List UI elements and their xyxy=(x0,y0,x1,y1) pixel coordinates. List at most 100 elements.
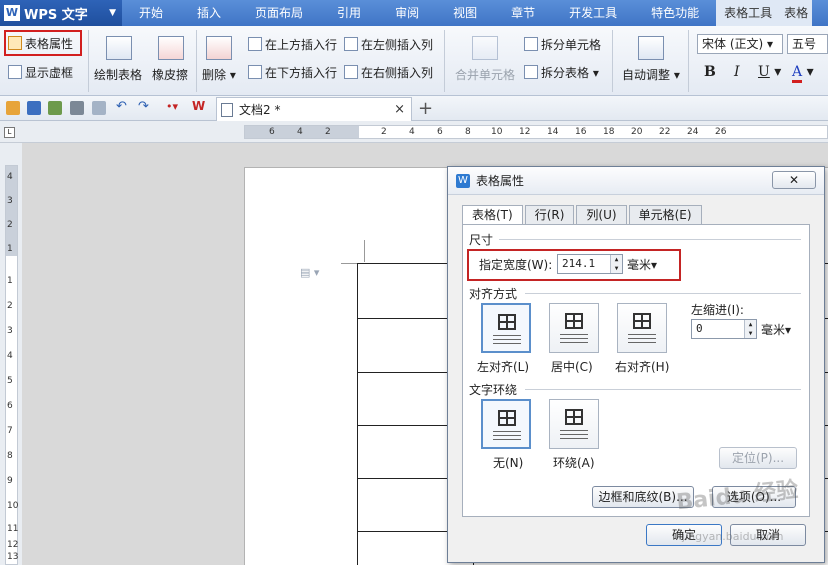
align-right-option[interactable] xyxy=(617,303,667,353)
align-left-label[interactable]: 左对齐(L) xyxy=(477,358,529,375)
app-name: WPS 文字 xyxy=(24,7,88,23)
show-gridlines-button[interactable]: 显示虚框 xyxy=(8,64,73,81)
ruler-number: 16 xyxy=(575,127,587,137)
split-table-button[interactable]: 拆分表格 ▾ xyxy=(524,64,599,81)
menu-view[interactable]: 视图 xyxy=(436,0,494,26)
ruler-number: 2 xyxy=(7,220,13,230)
insert-right-button[interactable]: 在右侧插入列 xyxy=(344,64,433,81)
font-color-button[interactable]: A ▾ xyxy=(792,64,814,83)
dialog-title-bar[interactable]: W 表格属性 xyxy=(448,167,824,195)
menu-chapter[interactable]: 章节 xyxy=(494,0,552,26)
app-menu-button[interactable]: W WPS 文字 ▼ xyxy=(0,0,122,26)
ruler-number: 22 xyxy=(659,127,671,137)
indent-spinner[interactable]: ▲ ▼ xyxy=(744,320,756,338)
width-spinner[interactable]: ▲ ▼ xyxy=(610,255,622,273)
insert-left-label: 在左侧插入列 xyxy=(361,38,434,52)
indent-input[interactable]: 0 ▲ ▼ xyxy=(691,319,757,339)
draw-table-label[interactable]: 绘制表格 xyxy=(94,66,142,83)
customize-toolbar-icon[interactable]: •▾ xyxy=(166,100,180,114)
align-center-option[interactable] xyxy=(549,303,599,353)
insert-below-button[interactable]: 在下方插入行 xyxy=(248,64,337,81)
italic-button[interactable]: I xyxy=(734,64,740,80)
ribbon-separator xyxy=(88,30,89,92)
split-cells-button[interactable]: 拆分单元格 xyxy=(524,36,601,53)
menu-insert[interactable]: 插入 xyxy=(180,0,238,26)
gridlines-icon xyxy=(8,65,22,79)
merge-cells-icon[interactable] xyxy=(472,36,498,60)
tab-row[interactable]: 行(R) xyxy=(524,205,575,225)
insert-above-button[interactable]: 在上方插入行 xyxy=(248,36,337,53)
wrap-none-label[interactable]: 无(N) xyxy=(493,454,523,471)
close-tab-icon[interactable]: × xyxy=(394,102,405,117)
menu-references[interactable]: 引用 xyxy=(320,0,378,26)
font-size-select[interactable]: 五号 xyxy=(787,34,828,54)
menu-developer[interactable]: 开发工具 xyxy=(552,0,634,26)
auto-fit-label[interactable]: 自动调整 ▾ xyxy=(622,66,680,83)
insert-row-above-icon xyxy=(248,37,262,51)
width-unit-select[interactable]: 毫米▾ xyxy=(627,256,657,273)
ruler-number: 10 xyxy=(491,127,503,137)
ruler-number: 12 xyxy=(7,540,19,550)
position-button[interactable]: 定位(P)... xyxy=(719,447,797,469)
tab-column[interactable]: 列(U) xyxy=(576,205,627,225)
tab-table[interactable]: 表格(T) xyxy=(462,205,523,226)
print-preview-icon[interactable] xyxy=(92,101,106,115)
auto-fit-icon[interactable] xyxy=(638,36,664,60)
ruler-number: 8 xyxy=(465,127,471,137)
ruler-number: 6 xyxy=(7,401,13,411)
ribbon-separator xyxy=(196,30,197,92)
menu-page-layout[interactable]: 页面布局 xyxy=(238,0,320,26)
ruler-number: 11 xyxy=(7,524,19,534)
width-input[interactable]: 214.1 ▲ ▼ xyxy=(557,254,623,274)
open-icon[interactable] xyxy=(6,101,20,115)
dialog-close-button[interactable]: ✕ xyxy=(772,171,816,189)
wps-logo-icon: W xyxy=(4,5,20,21)
align-left-option[interactable] xyxy=(481,303,531,353)
wrap-around-option[interactable] xyxy=(549,399,599,449)
table-tab-panel: 尺寸 指定宽度(W): 214.1 ▲ ▼ 毫米▾ 对齐方式 左对齐(L) 居中(… xyxy=(462,224,810,517)
wrap-around-label[interactable]: 环绕(A) xyxy=(553,454,595,471)
table-properties-button[interactable]: 表格属性 xyxy=(4,30,82,56)
redo-icon[interactable]: ↷ xyxy=(138,99,152,114)
export-pdf-icon[interactable] xyxy=(48,101,62,115)
tab-document2[interactable]: 文档2 * × xyxy=(216,97,412,121)
eraser-icon[interactable] xyxy=(158,36,184,60)
align-center-label[interactable]: 居中(C) xyxy=(551,358,593,375)
wrap-none-icon xyxy=(498,410,516,426)
tab-cell[interactable]: 单元格(E) xyxy=(628,205,702,225)
wrap-none-option[interactable] xyxy=(481,399,531,449)
eraser-label[interactable]: 橡皮擦 xyxy=(152,66,188,83)
align-right-label[interactable]: 右对齐(H) xyxy=(615,358,669,375)
horizontal-ruler[interactable]: 6 4 2 2 4 6 8 10 12 14 16 18 20 22 24 26 xyxy=(0,121,828,143)
document-icon xyxy=(221,102,233,117)
undo-icon[interactable]: ↶ xyxy=(116,99,130,114)
menu-table-tools[interactable]: 表格工具 xyxy=(716,0,781,26)
menu-review[interactable]: 审阅 xyxy=(378,0,436,26)
menu-special[interactable]: 特色功能 xyxy=(634,0,716,26)
insert-left-button[interactable]: 在左侧插入列 xyxy=(344,36,433,53)
delete-icon[interactable] xyxy=(206,36,232,60)
new-tab-button[interactable]: + xyxy=(418,98,433,119)
bold-button[interactable]: B xyxy=(704,64,716,80)
vertical-ruler[interactable]: 4 3 2 1 1 2 3 4 5 6 7 8 9 10 11 12 13 xyxy=(0,143,22,565)
save-icon[interactable] xyxy=(27,101,41,115)
merge-cells-label[interactable]: 合并单元格 xyxy=(455,66,515,83)
ruler-number: 10 xyxy=(7,501,19,511)
font-name-select[interactable]: 宋体 (正文) ▾ xyxy=(697,34,783,54)
underline-button[interactable]: U ▾ xyxy=(758,64,781,80)
indent-unit-select[interactable]: 毫米▾ xyxy=(761,321,791,338)
ruler-number: 14 xyxy=(547,127,559,137)
insert-row-below-icon xyxy=(248,65,262,79)
ribbon-separator xyxy=(688,30,689,92)
text-lines-icon xyxy=(628,334,656,346)
menu-table-style[interactable]: 表格 xyxy=(780,0,813,26)
insert-below-label: 在下方插入行 xyxy=(265,66,338,80)
draw-table-icon[interactable] xyxy=(106,36,132,60)
menu-start[interactable]: 开始 xyxy=(122,0,180,26)
tab-stop-selector[interactable]: L xyxy=(4,127,15,138)
delete-label[interactable]: 删除 ▾ xyxy=(202,66,236,83)
print-icon[interactable] xyxy=(70,101,84,115)
paragraph-layout-icon[interactable]: ▤ ▾ xyxy=(300,266,319,279)
ruler-number: 9 xyxy=(7,476,13,486)
table-align-left-icon xyxy=(498,314,516,330)
